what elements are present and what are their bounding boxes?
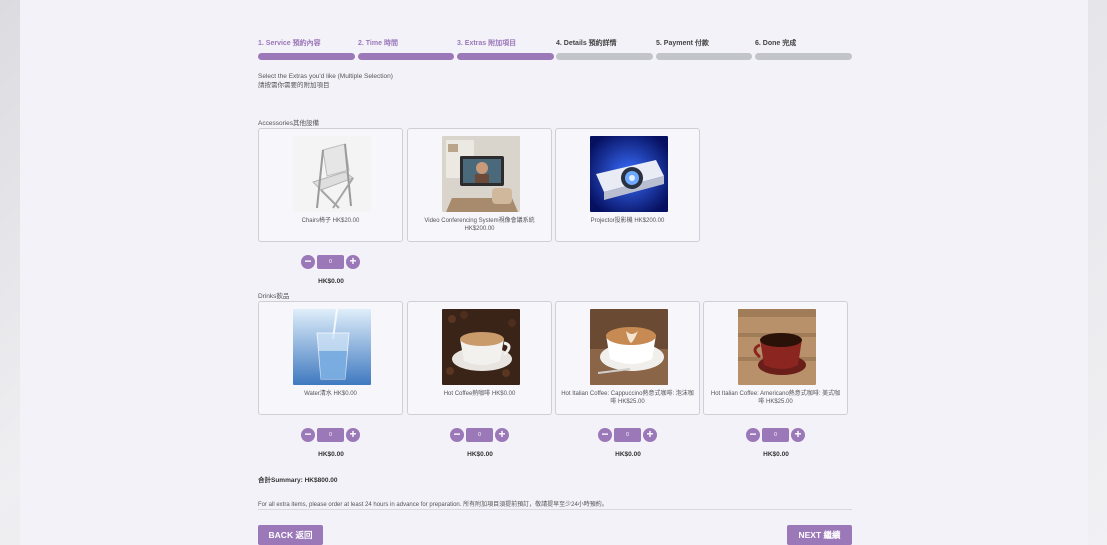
- intro-line-en: Select the Extras you'd like (Multiple S…: [258, 73, 393, 80]
- quantity-stepper-hot-coffee[interactable]: − 0 +: [450, 427, 510, 443]
- back-button[interactable]: BACK 返回: [258, 525, 323, 545]
- step-done[interactable]: 6. Done 完成: [755, 40, 852, 60]
- subtotal-hot-coffee: HK$0.00: [467, 451, 493, 458]
- quantity-value[interactable]: 0: [762, 428, 789, 442]
- projector-photo-icon: [590, 136, 668, 212]
- extra-caption: Chairs椅子 HK$20.00: [301, 218, 360, 224]
- water-glass-photo-icon: [293, 309, 371, 385]
- section-label-drinks: Drinks飲品: [258, 293, 290, 300]
- decrease-button[interactable]: −: [746, 428, 760, 442]
- step-label: 4. Details 預約詳情: [556, 40, 617, 47]
- extra-caption: Water清水 HK$0.00: [304, 391, 357, 397]
- americano-photo-icon: [738, 309, 816, 385]
- step-bar: [656, 53, 752, 60]
- step-time[interactable]: 2. Time 時間: [358, 40, 454, 60]
- decrease-button[interactable]: −: [450, 428, 464, 442]
- section-label-accessories: Accessories其他設備: [258, 120, 320, 127]
- step-payment[interactable]: 5. Payment 付款: [656, 40, 752, 60]
- extra-card-water[interactable]: Water清水 HK$0.00: [258, 301, 403, 415]
- extra-card-video-conferencing[interactable]: Video Conferencing System視像會議系統 HK$200.0…: [407, 128, 552, 242]
- step-label: 3. Extras 附加項目: [457, 40, 517, 47]
- increase-button[interactable]: +: [346, 428, 360, 442]
- extra-caption: Hot Italian Coffee: Americano熱意式咖啡: 美式咖啡…: [710, 391, 841, 405]
- video-conference-photo-icon: [442, 136, 520, 212]
- quantity-stepper-chairs[interactable]: − 0 +: [301, 254, 361, 270]
- booking-panel: [20, 0, 1088, 545]
- subtotal-water: HK$0.00: [318, 451, 344, 458]
- extra-caption: Video Conferencing System視像會議系統 HK$200.0…: [424, 218, 535, 232]
- extra-card-americano[interactable]: Hot Italian Coffee: Americano熱意式咖啡: 美式咖啡…: [703, 301, 848, 415]
- quantity-stepper-water[interactable]: − 0 +: [301, 427, 361, 443]
- quantity-value[interactable]: 0: [317, 428, 344, 442]
- progress-steps: 1. Service 預約內容 2. Time 時間 3. Extras 附加項…: [258, 40, 852, 60]
- divider: [258, 509, 852, 510]
- step-bar: [258, 53, 355, 60]
- coffee-cup-photo-icon: [442, 309, 520, 385]
- extra-card-hot-coffee[interactable]: Hot Coffee熱咖啡 HK$0.00: [407, 301, 552, 415]
- folding-chair-photo-icon: [293, 136, 371, 212]
- step-extras[interactable]: 3. Extras 附加項目: [457, 40, 554, 60]
- increase-button[interactable]: +: [791, 428, 805, 442]
- step-bar: [358, 53, 454, 60]
- step-label: 1. Service 預約內容: [258, 40, 321, 47]
- extra-card-projector[interactable]: Projector投影機 HK$200.00: [555, 128, 700, 242]
- step-service[interactable]: 1. Service 預約內容: [258, 40, 355, 60]
- step-label: 2. Time 時間: [358, 40, 398, 47]
- decrease-button[interactable]: −: [301, 255, 315, 269]
- extras-intro: Select the Extras you'd like (Multiple S…: [258, 72, 393, 90]
- subtotal-chairs: HK$0.00: [318, 278, 344, 285]
- step-label: 6. Done 完成: [755, 40, 797, 47]
- step-details[interactable]: 4. Details 預約詳情: [556, 40, 653, 60]
- cappuccino-photo-icon: [590, 309, 668, 385]
- increase-button[interactable]: +: [643, 428, 657, 442]
- extra-card-cappuccino[interactable]: Hot Italian Coffee: Cappuccino熱意式咖啡: 泡沫咖…: [555, 301, 700, 415]
- decrease-button[interactable]: −: [301, 428, 315, 442]
- step-label: 5. Payment 付款: [656, 40, 709, 47]
- quantity-value[interactable]: 0: [614, 428, 641, 442]
- quantity-value[interactable]: 0: [466, 428, 493, 442]
- subtotal-cappuccino: HK$0.00: [615, 451, 641, 458]
- subtotal-americano: HK$0.00: [763, 451, 789, 458]
- extra-card-chairs[interactable]: Chairs椅子 HK$20.00: [258, 128, 403, 242]
- next-button[interactable]: NEXT 繼續: [787, 525, 852, 545]
- increase-button[interactable]: +: [495, 428, 509, 442]
- step-bar: [457, 53, 554, 60]
- extra-caption: Hot Coffee熱咖啡 HK$0.00: [443, 391, 516, 397]
- quantity-stepper-americano[interactable]: − 0 +: [746, 427, 806, 443]
- order-summary: 合計Summary: HK$800.00: [258, 477, 338, 484]
- decrease-button[interactable]: −: [598, 428, 612, 442]
- quantity-stepper-cappuccino[interactable]: − 0 +: [598, 427, 658, 443]
- increase-button[interactable]: +: [346, 255, 360, 269]
- intro-line-zh: 請按需你需要的附加項目: [258, 82, 330, 89]
- extra-caption: Hot Italian Coffee: Cappuccino熱意式咖啡: 泡沫咖…: [561, 391, 694, 405]
- advance-order-notice: For all extra items, please order at lea…: [258, 502, 608, 508]
- quantity-value[interactable]: 0: [317, 255, 344, 269]
- step-bar: [755, 53, 852, 60]
- step-bar: [556, 53, 653, 60]
- extra-caption: Projector投影機 HK$200.00: [590, 218, 665, 224]
